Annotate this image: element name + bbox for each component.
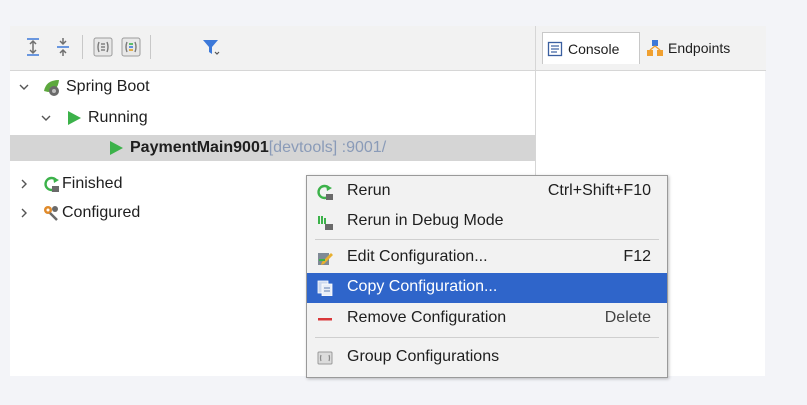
endpoints-icon: [647, 40, 663, 56]
tree-node-label: Finished: [62, 175, 123, 192]
tab-endpoints[interactable]: Endpoints: [642, 32, 764, 64]
debug-icon: [318, 216, 333, 230]
menu-item-label: Group Configurations: [347, 348, 500, 365]
chevron-down-icon[interactable]: [18, 81, 30, 93]
copy-config-icon: [317, 280, 333, 296]
tree-node-configured[interactable]: Configured: [18, 200, 140, 226]
chevron-right-icon[interactable]: [18, 178, 30, 190]
services-panel: Console Endpoints Spring Boot Running Pa…: [10, 26, 766, 378]
menu-item-label: Rerun: [347, 182, 391, 199]
tree-node-payment-main[interactable]: PaymentMain9001 [devtools] :9001/: [108, 135, 386, 161]
app-name: PaymentMain9001: [130, 139, 269, 156]
group-by-type-icon[interactable]: [92, 36, 114, 58]
app-port-link[interactable]: [devtools] :9001/: [269, 139, 386, 157]
menu-separator: [315, 239, 659, 240]
menu-item-shortcut: F12: [623, 248, 651, 265]
menu-item-copy-configuration[interactable]: Copy Configuration...: [307, 273, 667, 303]
menu-item-rerun[interactable]: Rerun Ctrl+Shift+F10: [307, 177, 667, 207]
menu-item-edit-configuration[interactable]: Edit Configuration... F12: [307, 243, 667, 273]
output-tab-strip: Console Endpoints: [535, 26, 766, 71]
remove-icon: [318, 318, 332, 321]
toolbar-separator: [82, 35, 83, 59]
running-app-icon: [110, 141, 123, 155]
edit-config-icon: [318, 253, 333, 265]
services-toolbar: [10, 26, 535, 71]
menu-item-shortcut: Delete: [604, 309, 651, 326]
chevron-right-icon[interactable]: [18, 207, 30, 219]
chevron-down-icon[interactable]: [40, 112, 52, 124]
tab-endpoints-label: Endpoints: [668, 40, 731, 56]
spring-boot-icon: [44, 80, 59, 96]
menu-item-group-configurations[interactable]: Group Configurations: [307, 343, 667, 373]
tab-console-label: Console: [568, 40, 620, 57]
rerun-icon: [317, 184, 333, 200]
folder-icon: [317, 351, 333, 365]
context-menu: Rerun Ctrl+Shift+F10 Rerun in Debug Mode…: [306, 175, 668, 378]
menu-item-label: Edit Configuration...: [347, 248, 488, 265]
tree-node-label: Running: [88, 109, 148, 126]
filter-icon[interactable]: [200, 36, 222, 58]
toolbar-separator: [150, 35, 151, 59]
menu-item-remove-configuration[interactable]: Remove Configuration Delete: [307, 304, 667, 334]
finished-icon: [44, 176, 59, 192]
configured-icon: [44, 206, 58, 221]
tree-node-label: Configured: [62, 204, 141, 221]
tree-node-label: Spring Boot: [66, 78, 150, 95]
menu-separator: [315, 337, 659, 338]
menu-item-label: Copy Configuration...: [347, 278, 498, 295]
tree-node-running[interactable]: Running: [40, 105, 148, 131]
tree-node-spring-boot[interactable]: Spring Boot: [18, 74, 150, 100]
console-icon: [547, 41, 563, 56]
menu-item-shortcut: Ctrl+Shift+F10: [547, 182, 651, 199]
tab-console[interactable]: Console: [542, 32, 640, 64]
group-by-status-icon[interactable]: [120, 36, 142, 58]
menu-item-label: Remove Configuration: [347, 309, 507, 326]
collapse-all-icon[interactable]: [52, 36, 74, 58]
expand-all-icon[interactable]: [22, 36, 44, 58]
tree-node-finished[interactable]: Finished: [18, 171, 122, 197]
run-icon: [68, 111, 81, 125]
menu-item-label: Rerun in Debug Mode: [347, 212, 504, 229]
menu-item-rerun-debug[interactable]: Rerun in Debug Mode: [307, 207, 667, 237]
